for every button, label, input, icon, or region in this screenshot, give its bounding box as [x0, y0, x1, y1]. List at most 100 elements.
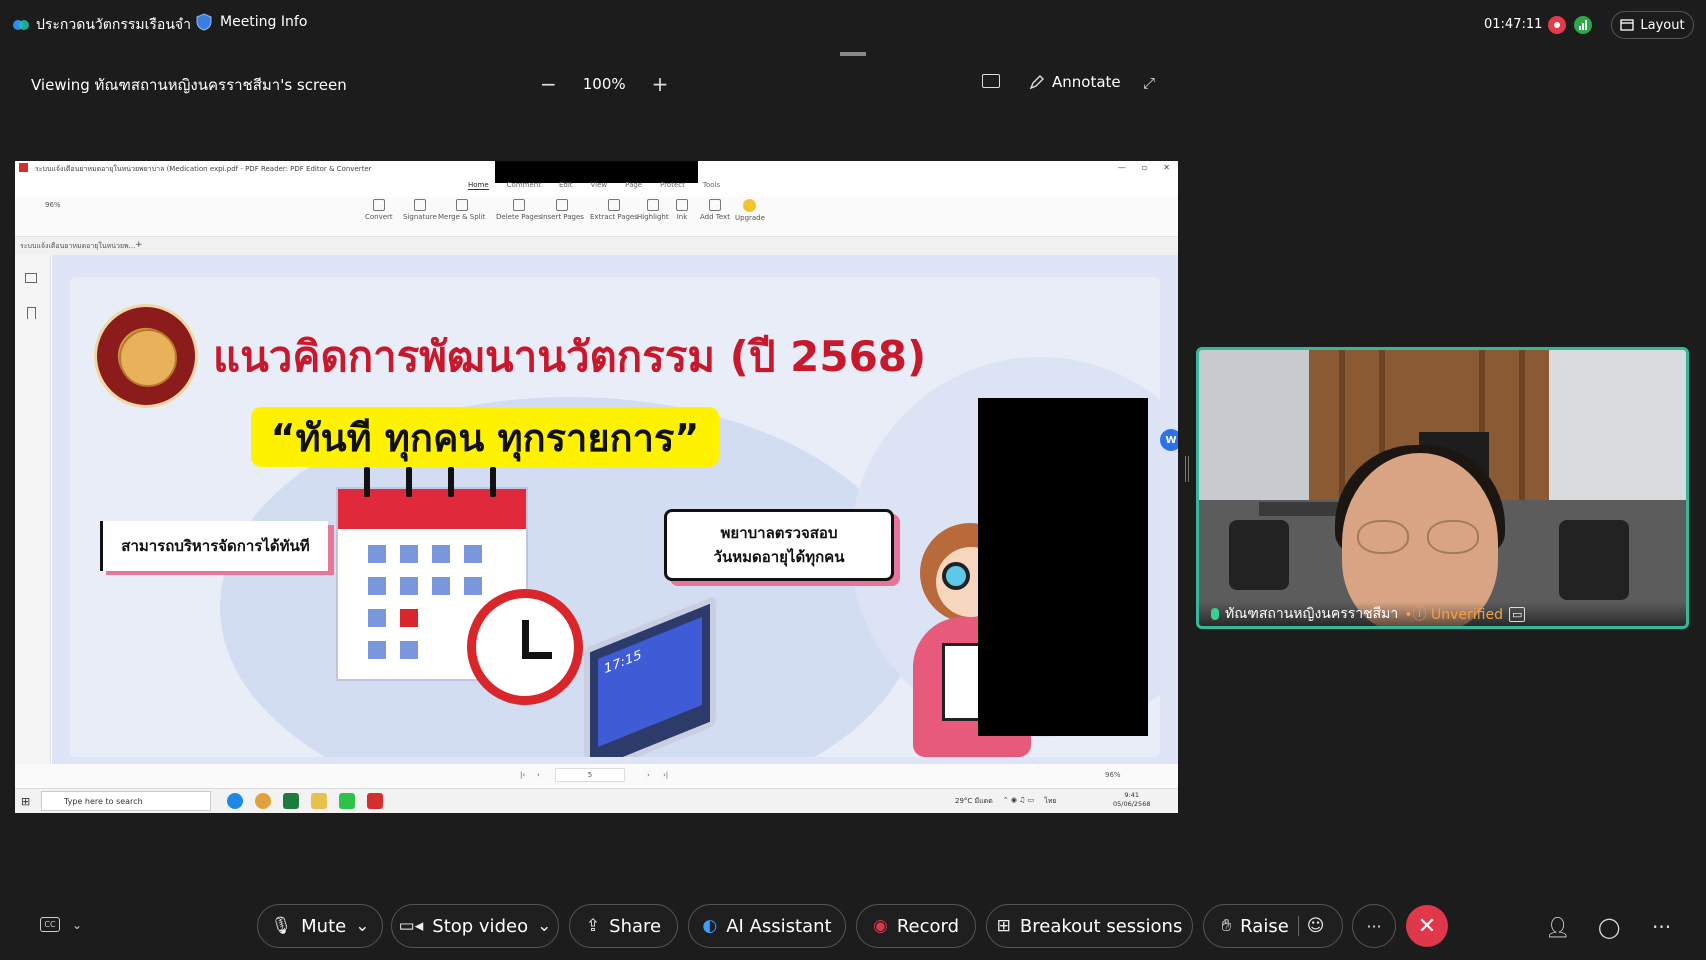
- status-zoom[interactable]: 96%: [1105, 771, 1121, 779]
- tool-label: Extract Pages: [590, 213, 638, 221]
- wall-slat: [1339, 350, 1345, 500]
- pdf-app-icon: [19, 163, 28, 172]
- mute-button[interactable]: 🎙︎ Mute ⌄: [257, 904, 383, 948]
- tool-convert[interactable]: Convert: [365, 199, 393, 221]
- magnifier-icon: [942, 562, 970, 590]
- page-number-input[interactable]: 5: [555, 768, 625, 782]
- line-app-icon[interactable]: [339, 793, 355, 809]
- share-button[interactable]: ⇪ Share: [569, 904, 678, 948]
- tool-delete-pages[interactable]: Delete Pages: [496, 199, 542, 221]
- language-indicator[interactable]: ไทย: [1044, 796, 1056, 807]
- tool-merge-split[interactable]: Merge & Split: [438, 199, 485, 221]
- menu-tab-view[interactable]: View: [591, 181, 608, 190]
- menu-tab-tools[interactable]: Tools: [703, 181, 720, 190]
- participants-icon[interactable]: 👤︎: [1545, 915, 1570, 939]
- system-tray: 29°C มีแดด ⌃ ◉ ♫ ▭ ไทย: [955, 796, 1057, 807]
- user-avatar-badge[interactable]: W: [1160, 429, 1178, 451]
- zoom-controls: − 100% +: [540, 72, 668, 96]
- zoom-level: 100%: [582, 75, 626, 93]
- maximize-icon[interactable]: ▫: [1142, 163, 1147, 172]
- video-bg-chair: [1559, 520, 1629, 600]
- prev-page-icon[interactable]: ‹: [537, 771, 540, 779]
- calendar-ring: [448, 467, 454, 497]
- menu-tab-comment[interactable]: Comment: [507, 181, 541, 190]
- ai-assistant-button[interactable]: ◐ AI Assistant: [688, 904, 846, 948]
- drag-handle[interactable]: [840, 52, 866, 56]
- menu-tab-protect[interactable]: Protect: [660, 181, 685, 190]
- menu-tab-edit[interactable]: Edit: [559, 181, 573, 190]
- tool-upgrade[interactable]: Upgrade: [735, 199, 765, 222]
- layout-label: Layout: [1640, 17, 1685, 33]
- stop-video-button[interactable]: ▭◂ Stop video ⌄: [391, 904, 559, 948]
- panel-resize-handle[interactable]: [1185, 456, 1189, 482]
- pdf-menu-tabs: Home Comment Edit View Page Protect Tool…: [468, 181, 720, 190]
- layout-button[interactable]: Layout: [1611, 11, 1694, 39]
- participant-video-tile[interactable]: ทัณฑสถานหญิงนครราชสีมา •ⓘ Unverified ▭: [1196, 347, 1689, 629]
- edge-icon[interactable]: [227, 793, 243, 809]
- excel-icon[interactable]: [283, 793, 299, 809]
- shared-screen: ระบบแจ้งเตือนยาหมดอายุในหน่วยพยาบาล (Med…: [15, 161, 1178, 813]
- pdf-reader-taskbar-icon[interactable]: [367, 793, 383, 809]
- more-panels-icon[interactable]: ···: [1652, 915, 1671, 939]
- zoom-out-button[interactable]: −: [540, 72, 557, 96]
- chevron-down-icon[interactable]: ⌄: [537, 916, 551, 936]
- slide-callout-right: พยาบาลตรวจสอบ วันหมดอายุได้ทุกคน: [664, 509, 894, 581]
- new-tab-icon[interactable]: +: [135, 240, 143, 250]
- reactions-icon[interactable]: ☺: [1297, 916, 1325, 936]
- menu-tab-page[interactable]: Page: [625, 181, 642, 190]
- raise-hand-button[interactable]: ✋︎ Raise ☺: [1203, 904, 1343, 948]
- taskbar-search[interactable]: Type here to search: [41, 791, 211, 811]
- file-explorer-icon[interactable]: [311, 793, 327, 809]
- calendar-cell: [368, 609, 386, 627]
- closed-captions-control[interactable]: CC ⌄: [40, 917, 82, 932]
- tool-add-text[interactable]: Add Text: [700, 199, 730, 221]
- tool-signature[interactable]: Signature: [403, 199, 437, 221]
- network-signal-icon[interactable]: [1574, 16, 1592, 34]
- taskbar-clock[interactable]: 9:41 05/06/2568: [1113, 791, 1150, 809]
- tray-icons[interactable]: ⌃ ◉ ♫ ▭: [1003, 796, 1035, 807]
- calendar-cell-highlight: [400, 609, 418, 627]
- zoom-in-button[interactable]: +: [652, 72, 669, 96]
- breakout-sessions-button[interactable]: ⊞ Breakout sessions: [986, 904, 1193, 948]
- remote-control-icon[interactable]: [982, 74, 1000, 88]
- menu-tab-home[interactable]: Home: [468, 181, 489, 190]
- tool-label: Convert: [365, 213, 393, 221]
- recording-indicator-icon[interactable]: [1548, 16, 1566, 34]
- fullscreen-icon[interactable]: ⤢: [1143, 74, 1155, 92]
- more-options-button[interactable]: ···: [1352, 904, 1396, 948]
- record-button[interactable]: ◉ Record: [856, 904, 976, 948]
- close-icon[interactable]: ✕: [1163, 163, 1170, 172]
- tool-ink[interactable]: Ink: [676, 199, 688, 221]
- record-icon: ◉: [872, 916, 888, 936]
- delete-pages-icon: [512, 199, 525, 211]
- chrome-icon[interactable]: [255, 793, 271, 809]
- chevron-down-icon[interactable]: ⌄: [355, 916, 369, 936]
- end-meeting-button[interactable]: ✕: [1406, 905, 1448, 947]
- department-seal-logo: [94, 304, 198, 408]
- pdf-zoom-value[interactable]: 96%: [45, 201, 61, 209]
- meeting-title-group: ประกวดนวัตกรรมเรือนจำ: [12, 14, 191, 36]
- tool-extract-pages[interactable]: Extract Pages: [590, 199, 638, 221]
- tool-insert-pages[interactable]: Insert Pages: [541, 199, 584, 221]
- chat-icon[interactable]: ◯: [1598, 915, 1620, 939]
- tool-highlight[interactable]: Highlight: [637, 199, 669, 221]
- first-page-icon[interactable]: |‹: [520, 771, 525, 779]
- ai-assistant-label: AI Assistant: [726, 915, 832, 937]
- record-label: Record: [896, 915, 960, 937]
- thumbnails-icon[interactable]: [25, 273, 37, 283]
- windows-start-icon[interactable]: ⊞: [21, 795, 30, 808]
- annotate-button[interactable]: Annotate: [1029, 73, 1121, 91]
- pdf-doc-tab[interactable]: ระบบแจ้งเตือนยาหมดอายุในหน่วยพ...: [20, 241, 135, 252]
- last-page-icon[interactable]: ›|: [663, 771, 668, 779]
- pdf-status-bar: |‹ ‹ 5 › ›| 96%: [15, 764, 1178, 788]
- top-bar: ประกวดนวัตกรรมเรือนจำ Meeting Info 01:47…: [0, 0, 1706, 52]
- meeting-info-button[interactable]: Meeting Info: [196, 13, 307, 31]
- next-page-icon[interactable]: ›: [647, 771, 650, 779]
- shield-icon: [196, 13, 212, 31]
- tool-label: Highlight: [637, 213, 669, 221]
- minimize-icon[interactable]: —: [1118, 163, 1126, 172]
- signature-icon: [413, 199, 426, 211]
- share-icon: ⇪: [585, 916, 601, 936]
- bookmark-icon[interactable]: [27, 307, 36, 319]
- tool-label: Insert Pages: [541, 213, 584, 221]
